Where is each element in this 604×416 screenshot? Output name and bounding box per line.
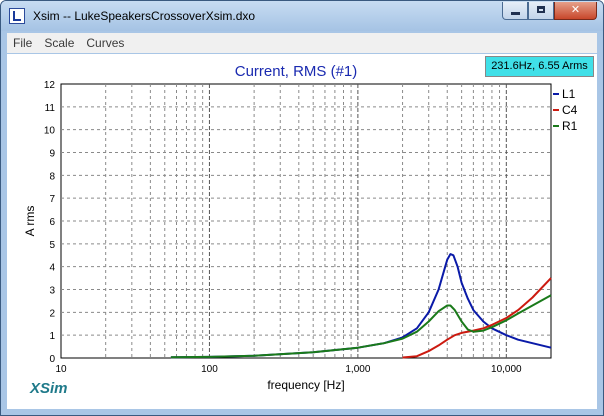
menu-curves[interactable]: Curves	[80, 36, 130, 50]
cursor-readout: 231.6Hz, 6.55 Arms	[485, 56, 594, 77]
y-tick-label: 6	[49, 217, 55, 228]
xsim-brand: XSim	[30, 380, 68, 397]
y-tick-label: 4	[49, 263, 55, 274]
close-button[interactable]: ✕	[554, 2, 597, 20]
y-tick-label: 5	[49, 240, 55, 251]
x-tick-label: 10,000	[491, 364, 522, 375]
y-tick-label: 8	[49, 171, 55, 182]
plot-area: 0 1 2 3 4 5 6 7 8 9 10 11 12 10 100 1,000 10,000 Current,…	[7, 54, 597, 409]
maximize-button[interactable]	[528, 2, 554, 20]
menu-scale[interactable]: Scale	[38, 36, 80, 50]
close-icon: ✕	[570, 3, 581, 16]
y-tick-label: 9	[49, 149, 55, 160]
x-tick-label: 100	[201, 364, 218, 375]
y-axis-label: A rms	[23, 206, 37, 237]
x-tick-label: 1,000	[345, 364, 370, 375]
minimize-icon	[511, 12, 520, 15]
y-tick-label: 11	[45, 103, 56, 114]
y-tick-label: 3	[49, 286, 55, 297]
chart-title: Current, RMS (#1)	[235, 63, 358, 80]
minimize-button[interactable]	[502, 2, 528, 20]
window-controls: ✕	[502, 2, 597, 22]
x-tick-label: 10	[55, 364, 67, 375]
menu-bar: File Scale Curves	[7, 33, 597, 53]
maximize-icon	[537, 6, 545, 13]
app-icon[interactable]	[9, 8, 25, 24]
menu-file[interactable]: File	[7, 36, 38, 50]
app-window: Xsim -- LukeSpeakersCrossoverXsim.dxo ✕ …	[0, 0, 604, 416]
y-tick-label: 12	[44, 80, 56, 91]
legend-label-c4: C4	[562, 103, 578, 117]
title-bar[interactable]: Xsim -- LukeSpeakersCrossoverXsim.dxo ✕	[1, 1, 603, 31]
y-tick-label: 10	[44, 126, 56, 137]
current-chart[interactable]: 012345678910111210 100 1,000 10,000Current,…	[7, 54, 599, 411]
x-axis-label: frequency [Hz]	[267, 378, 344, 392]
y-tick-label: 1	[49, 331, 55, 342]
legend-label-l1: L1	[562, 87, 576, 101]
window-title: Xsim -- LukeSpeakersCrossoverXsim.dxo	[33, 9, 256, 23]
legend-label-r1: R1	[562, 119, 578, 133]
y-tick-label: 2	[49, 308, 55, 319]
y-tick-label: 7	[49, 194, 55, 205]
